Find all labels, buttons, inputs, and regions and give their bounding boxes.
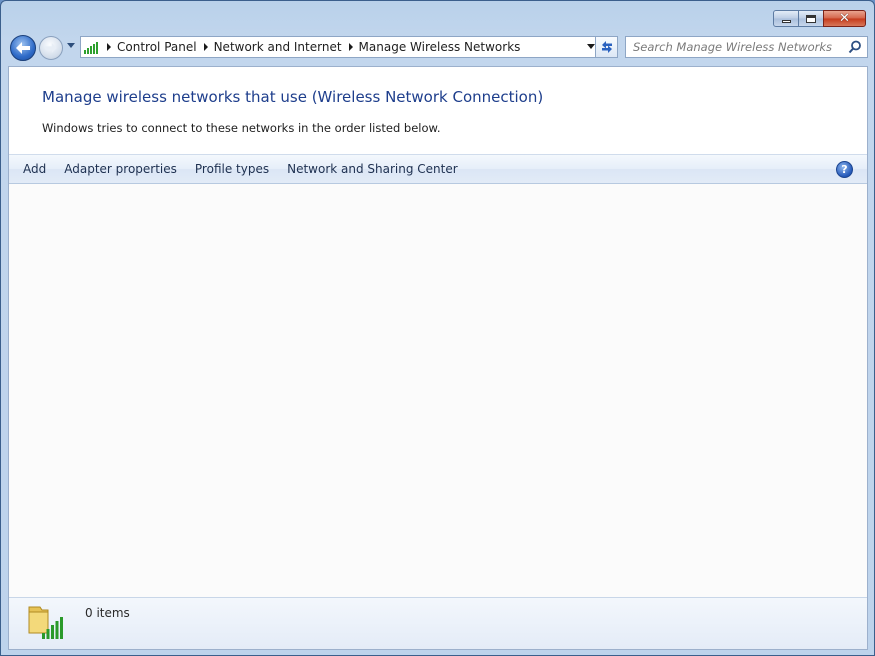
breadcrumb-separator-icon[interactable] — [203, 43, 208, 51]
caption-buttons: ✕ — [773, 10, 866, 28]
refresh-icon — [601, 41, 612, 53]
forward-arrow-icon — [45, 43, 57, 53]
maximize-icon — [806, 14, 816, 23]
breadcrumb-network-and-internet[interactable]: Network and Internet — [214, 40, 342, 54]
refresh-button[interactable] — [595, 36, 618, 58]
add-button[interactable]: Add — [14, 156, 55, 182]
recent-pages-dropdown[interactable] — [67, 43, 75, 48]
command-bar: Add Adapter properties Profile types Net… — [9, 154, 867, 184]
breadcrumb-separator-icon[interactable] — [348, 43, 353, 51]
help-button[interactable]: ? — [836, 161, 853, 178]
window-frame: ✕ Control Panel Network and Internet Man… — [0, 0, 875, 656]
search-icon[interactable] — [848, 40, 862, 54]
breadcrumb-control-panel[interactable]: Control Panel — [117, 40, 197, 54]
page-title: Manage wireless networks that use (Wirel… — [42, 88, 544, 106]
wireless-folder-icon — [28, 606, 63, 639]
breadcrumb-manage-wireless-networks[interactable]: Manage Wireless Networks — [359, 40, 521, 54]
profile-types-button[interactable]: Profile types — [186, 156, 278, 182]
content-pane: Manage wireless networks that use (Wirel… — [8, 66, 868, 650]
close-button[interactable]: ✕ — [823, 10, 866, 27]
adapter-properties-button[interactable]: Adapter properties — [55, 156, 186, 182]
search-input[interactable] — [626, 40, 847, 54]
item-count: 0 items — [85, 606, 130, 620]
address-dropdown-icon[interactable] — [587, 44, 595, 49]
networks-list[interactable] — [9, 184, 867, 597]
breadcrumb-separator-icon[interactable] — [107, 43, 111, 51]
minimize-button[interactable] — [773, 10, 799, 27]
help-icon: ? — [841, 163, 848, 176]
maximize-button[interactable] — [798, 10, 824, 27]
network-and-sharing-center-button[interactable]: Network and Sharing Center — [278, 156, 467, 182]
back-button[interactable] — [10, 35, 36, 61]
details-pane: 0 items — [9, 597, 867, 649]
back-arrow-icon — [16, 42, 30, 54]
close-icon: ✕ — [839, 11, 850, 26]
search-box[interactable] — [625, 36, 868, 58]
forward-button[interactable] — [39, 36, 63, 60]
navigation-bar: Control Panel Network and Internet Manag… — [10, 34, 868, 61]
address-bar[interactable]: Control Panel Network and Internet Manag… — [80, 36, 599, 58]
page-description: Windows tries to connect to these networ… — [42, 121, 441, 135]
wireless-networks-icon — [84, 40, 100, 54]
minimize-icon — [781, 20, 791, 23]
